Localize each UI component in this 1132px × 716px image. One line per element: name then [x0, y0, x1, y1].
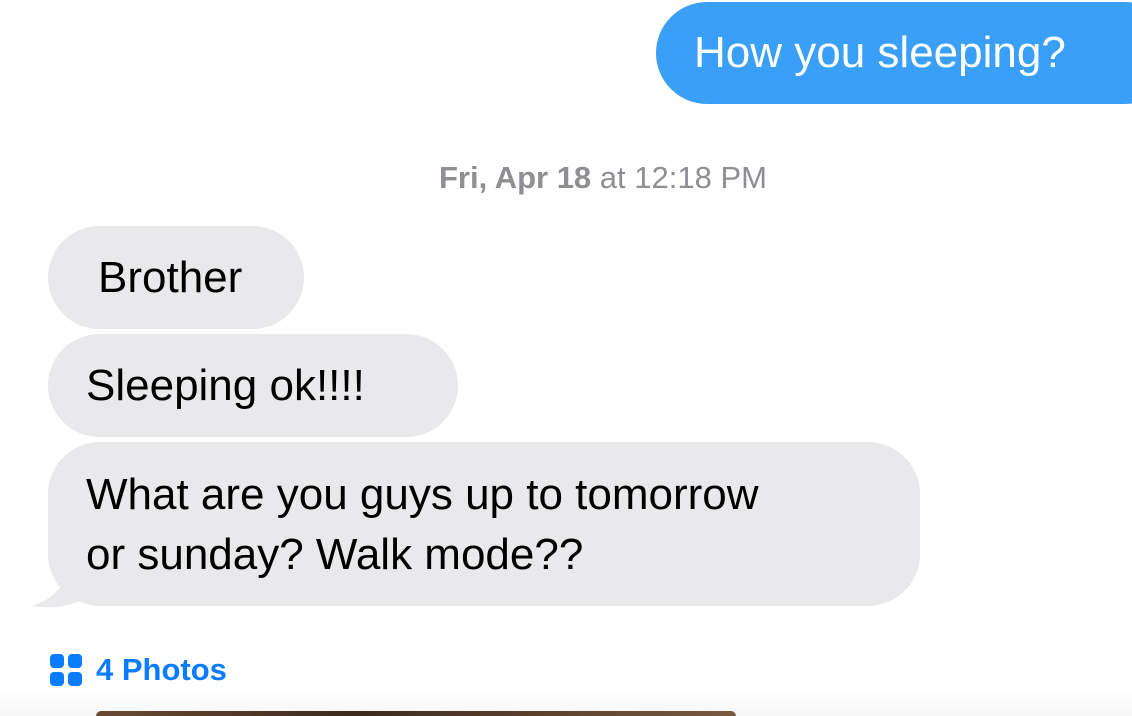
- photos-attachment-link[interactable]: 4 Photos: [50, 650, 227, 690]
- received-message-bubble[interactable]: What are you guys up to tomorrow or sund…: [48, 442, 920, 606]
- received-message-line: What are you guys up to tomorrow: [86, 470, 759, 519]
- received-message-bubble[interactable]: Brother: [48, 226, 304, 329]
- photo-grid-icon: [50, 654, 82, 686]
- received-message-bubble[interactable]: Sleeping ok!!!!: [48, 334, 458, 437]
- received-message-text: Sleeping ok!!!!: [86, 361, 365, 410]
- message-timestamp: Fri, Apr 18 at 12:18 PM: [0, 158, 1132, 198]
- photo-preview-thumbnail[interactable]: [96, 711, 736, 716]
- sent-message-text: How you sleeping?: [694, 28, 1066, 77]
- sent-message-bubble[interactable]: How you sleeping?: [656, 2, 1132, 104]
- timestamp-day: Fri, Apr 18: [439, 160, 592, 195]
- timestamp-connector: at: [599, 160, 626, 195]
- timestamp-time: 12:18 PM: [634, 160, 767, 195]
- received-message-line: or sunday? Walk mode??: [86, 530, 584, 579]
- received-message-text: Brother: [98, 253, 243, 302]
- photos-attachment-label: 4 Photos: [96, 652, 227, 687]
